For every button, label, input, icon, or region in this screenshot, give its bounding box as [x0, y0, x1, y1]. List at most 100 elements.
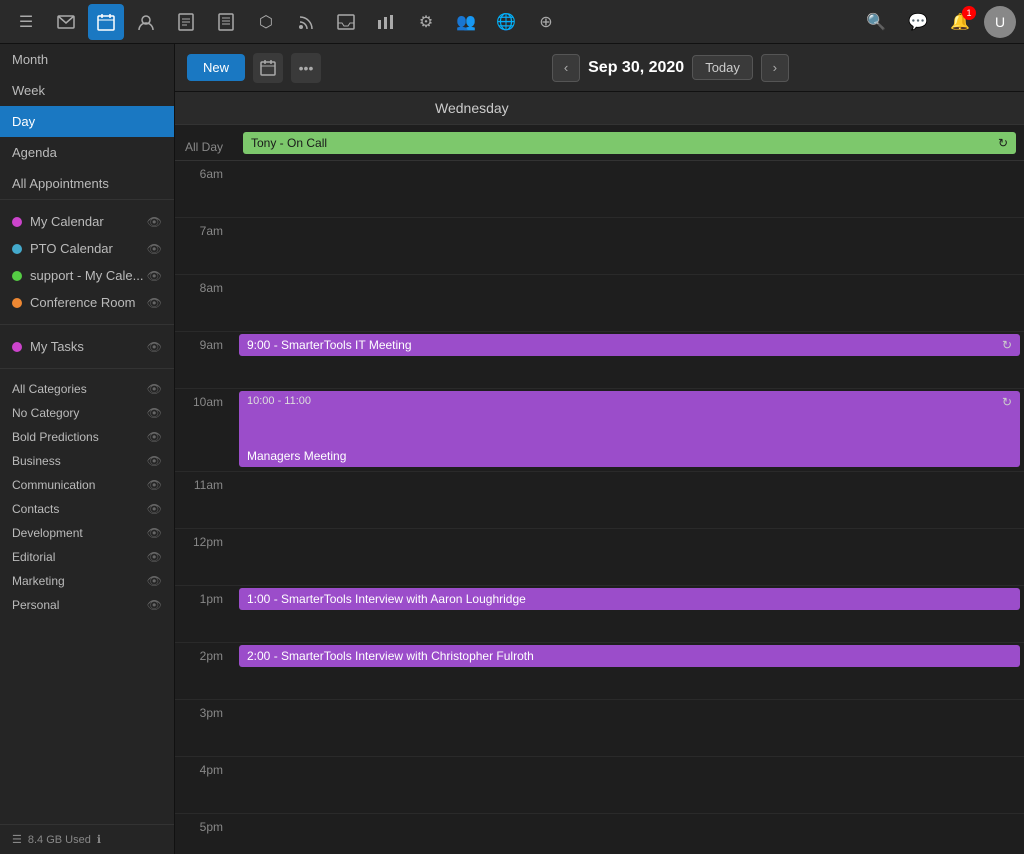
event-christopher-interview[interactable]: 2:00 - SmarterTools Interview with Chris…: [239, 645, 1020, 667]
visibility-icon[interactable]: 👁: [147, 215, 162, 229]
more-options-button[interactable]: •••: [291, 53, 321, 83]
time-label-5pm: 5pm: [175, 814, 235, 854]
category-marketing[interactable]: Marketing 👁: [0, 569, 174, 593]
calendars-section: My Calendar 👁 PTO Calendar 👁 support - M…: [0, 199, 174, 324]
time-label-4pm: 4pm: [175, 757, 235, 813]
tasks-icon[interactable]: [168, 4, 204, 40]
sidebar-item-agenda[interactable]: Agenda: [0, 137, 174, 168]
sidebar-item-week[interactable]: Week: [0, 75, 174, 106]
time-row-10am: 10am 10:00 - 11:00 ↻ Managers Meeting: [175, 389, 1024, 472]
notification-badge: 1: [962, 6, 976, 20]
date-navigation: ‹ Sep 30, 2020 Today ›: [552, 54, 789, 82]
time-row-9am: 9am 9:00 - SmarterTools IT Meeting ↻: [175, 332, 1024, 389]
event-col-6am: [235, 161, 1024, 217]
prev-date-button[interactable]: ‹: [552, 54, 580, 82]
all-day-event-tony-on-call[interactable]: Tony - On Call ↻: [243, 132, 1016, 154]
category-no-category[interactable]: No Category 👁: [0, 401, 174, 425]
event-col-4pm: [235, 757, 1024, 813]
settings-icon[interactable]: ⚙: [408, 4, 444, 40]
calendar-conference-room[interactable]: Conference Room 👁: [0, 289, 174, 316]
inbox-icon[interactable]: [328, 4, 364, 40]
event-col-7am: [235, 218, 1024, 274]
category-all[interactable]: All Categories 👁: [0, 377, 174, 401]
time-row-8am: 8am: [175, 275, 1024, 332]
calendar-toolbar: New ••• ‹ Sep 30, 2020 Today ›: [175, 44, 1024, 92]
calendar-pto[interactable]: PTO Calendar 👁: [0, 235, 174, 262]
notes-icon[interactable]: [208, 4, 244, 40]
event-col-5pm: [235, 814, 1024, 854]
hamburger-icon[interactable]: ☰: [12, 833, 22, 846]
tasks-my-tasks[interactable]: My Tasks 👁: [0, 333, 174, 360]
category-personal[interactable]: Personal 👁: [0, 593, 174, 617]
new-button[interactable]: New: [187, 54, 245, 81]
time-row-2pm: 2pm 2:00 - SmarterTools Interview with C…: [175, 643, 1024, 700]
visibility-icon[interactable]: 👁: [147, 526, 162, 540]
sidebar-item-day[interactable]: Day: [0, 106, 174, 137]
notifications-icon[interactable]: 🔔 1: [942, 4, 978, 40]
globe-icon[interactable]: 🌐: [488, 4, 524, 40]
reports-icon[interactable]: [368, 4, 404, 40]
visibility-icon[interactable]: 👁: [147, 340, 162, 354]
time-row-6am: 6am: [175, 161, 1024, 218]
time-row-3pm: 3pm: [175, 700, 1024, 757]
visibility-icon[interactable]: 👁: [147, 242, 162, 256]
admin-users-icon[interactable]: 👥: [448, 4, 484, 40]
event-col-11am: [235, 472, 1024, 528]
pto-calendar-dot: [12, 244, 22, 254]
visibility-icon[interactable]: 👁: [147, 454, 162, 468]
calendar-my-calendar[interactable]: My Calendar 👁: [0, 208, 174, 235]
visibility-icon[interactable]: 👁: [147, 382, 162, 396]
refresh-icon: ↻: [1002, 338, 1012, 352]
search-icon[interactable]: 🔍: [858, 4, 894, 40]
calendar-view-icon-button[interactable]: [253, 53, 283, 83]
category-communication[interactable]: Communication 👁: [0, 473, 174, 497]
visibility-icon[interactable]: 👁: [147, 478, 162, 492]
event-managers-meeting[interactable]: 10:00 - 11:00 ↻ Managers Meeting: [239, 391, 1020, 467]
visibility-icon[interactable]: 👁: [147, 269, 162, 283]
visibility-icon[interactable]: 👁: [147, 598, 162, 612]
my-tasks-dot: [12, 342, 22, 352]
visibility-icon[interactable]: 👁: [147, 430, 162, 444]
today-button[interactable]: Today: [692, 55, 753, 80]
event-title: 9:00 - SmarterTools IT Meeting: [247, 338, 412, 352]
event-smartertools-it-meeting[interactable]: 9:00 - SmarterTools IT Meeting ↻: [239, 334, 1020, 356]
category-bold-predictions[interactable]: Bold Predictions 👁: [0, 425, 174, 449]
visibility-icon[interactable]: 👁: [147, 406, 162, 420]
time-row-11am: 11am: [175, 472, 1024, 529]
my-calendar-dot: [12, 217, 22, 227]
avatar[interactable]: U: [984, 6, 1016, 38]
rss-icon[interactable]: [288, 4, 324, 40]
event-time-label: 10:00 - 11:00: [247, 395, 311, 409]
sidebar-item-all-appointments[interactable]: All Appointments: [0, 168, 174, 199]
category-business[interactable]: Business 👁: [0, 449, 174, 473]
contacts-icon[interactable]: [128, 4, 164, 40]
storage-label: 8.4 GB Used: [28, 834, 91, 846]
category-contacts[interactable]: Contacts 👁: [0, 497, 174, 521]
network-icon[interactable]: ⬡: [248, 4, 284, 40]
next-date-button[interactable]: ›: [761, 54, 789, 82]
sidebar-item-month[interactable]: Month: [0, 44, 174, 75]
category-editorial[interactable]: Editorial 👁: [0, 545, 174, 569]
visibility-icon[interactable]: 👁: [147, 296, 162, 310]
time-label-8am: 8am: [175, 275, 235, 331]
category-development[interactable]: Development 👁: [0, 521, 174, 545]
day-label: Wednesday: [435, 100, 509, 116]
event-col-1pm: 1:00 - SmarterTools Interview with Aaron…: [235, 586, 1024, 642]
date-title: Sep 30, 2020: [588, 59, 684, 77]
time-label-6am: 6am: [175, 161, 235, 217]
visibility-icon[interactable]: 👁: [147, 502, 162, 516]
sidebar-footer: ☰ 8.4 GB Used ℹ: [0, 824, 174, 854]
calendar-icon[interactable]: [88, 4, 124, 40]
event-aaron-interview[interactable]: 1:00 - SmarterTools Interview with Aaron…: [239, 588, 1020, 610]
calendar-support[interactable]: support - My Cale... 👁: [0, 262, 174, 289]
visibility-icon[interactable]: 👁: [147, 550, 162, 564]
chat-icon[interactable]: 💬: [900, 4, 936, 40]
time-label-3pm: 3pm: [175, 700, 235, 756]
hamburger-menu-icon[interactable]: ☰: [8, 4, 44, 40]
time-row-4pm: 4pm: [175, 757, 1024, 814]
event-title: 2:00 - SmarterTools Interview with Chris…: [247, 649, 534, 663]
time-label-2pm: 2pm: [175, 643, 235, 699]
mail-icon[interactable]: [48, 4, 84, 40]
add-icon[interactable]: ⊕: [528, 4, 564, 40]
visibility-icon[interactable]: 👁: [147, 574, 162, 588]
